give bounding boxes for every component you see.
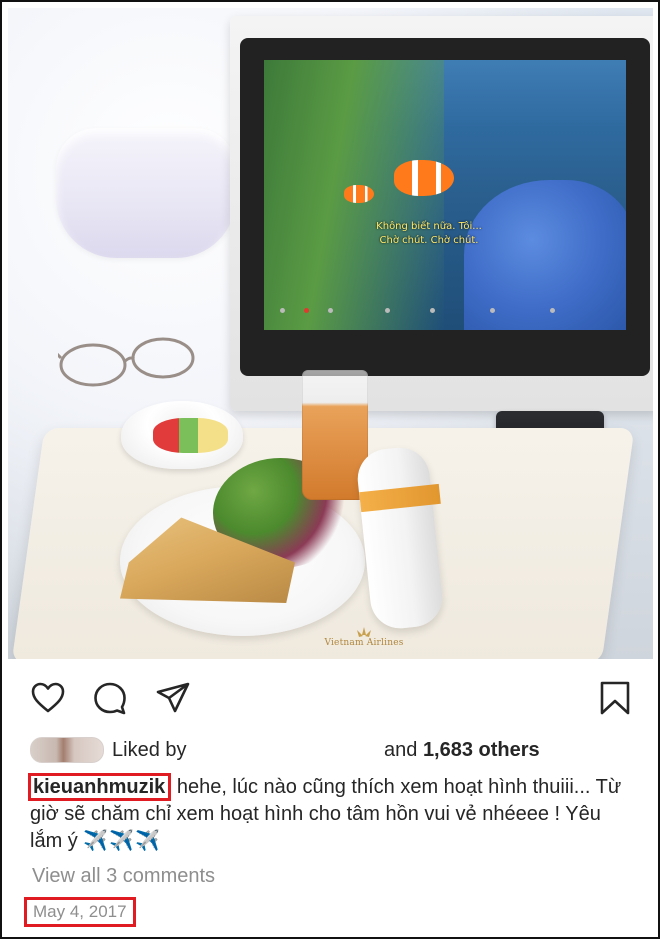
comment-icon bbox=[94, 682, 126, 715]
control-dot bbox=[280, 308, 285, 313]
likes-row: Liked by and 1,683 others bbox=[30, 735, 640, 765]
movie-subtitle: Không biết nữa. Tôi... Chờ chút. Chờ chú… bbox=[374, 220, 484, 248]
control-dot bbox=[430, 308, 435, 313]
post-caption: kieuanhmuzik hehe, lúc nào cũng thích xe… bbox=[28, 773, 630, 855]
like-button[interactable] bbox=[30, 680, 66, 716]
lotus-icon bbox=[357, 627, 371, 637]
clownfish-large bbox=[394, 160, 454, 196]
control-dot bbox=[328, 308, 333, 313]
clownfish-small bbox=[344, 185, 374, 203]
heart-icon bbox=[31, 682, 65, 713]
airline-name: Vietnam Airlines bbox=[324, 638, 404, 648]
share-icon bbox=[156, 682, 190, 713]
control-dot bbox=[550, 308, 555, 313]
likes-others-count: 1,683 others bbox=[422, 739, 540, 761]
view-all-comments-link[interactable]: View all 3 comments bbox=[32, 862, 215, 890]
bookmark-button[interactable] bbox=[597, 680, 633, 716]
author-username[interactable]: kieuanhmuzik bbox=[28, 773, 172, 801]
cabin-window bbox=[56, 128, 236, 258]
likes-count[interactable]: and 1,683 others bbox=[384, 735, 540, 765]
share-button[interactable] bbox=[155, 680, 191, 716]
power-dot bbox=[304, 308, 309, 313]
bookmark-icon bbox=[600, 681, 630, 715]
airline-logo: Vietnam Airlines bbox=[304, 626, 424, 659]
control-dot bbox=[490, 308, 495, 313]
airplane-emoji-icon: ✈️✈️✈️ bbox=[83, 830, 162, 852]
screen-controls bbox=[280, 308, 600, 318]
subtitle-line-2: Chờ chút. Chờ chút. bbox=[379, 235, 479, 246]
fruit bbox=[153, 418, 228, 453]
action-bar bbox=[2, 670, 658, 720]
movie-screen: Không biết nữa. Tôi... Chờ chút. Chờ chú… bbox=[264, 60, 626, 330]
liked-by-label: Liked by bbox=[112, 739, 187, 761]
control-dot bbox=[385, 308, 390, 313]
post-date: May 4, 2017 bbox=[24, 897, 136, 927]
liker-avatars-blurred[interactable] bbox=[30, 737, 104, 763]
seatback-monitor: Không biết nữa. Tôi... Chờ chút. Chờ chú… bbox=[230, 16, 653, 411]
eyeglasses-icon bbox=[58, 337, 195, 387]
comment-button[interactable] bbox=[92, 680, 128, 716]
instagram-post: Không biết nữa. Tôi... Chờ chút. Chờ chú… bbox=[0, 0, 660, 939]
likes-and: and bbox=[384, 739, 423, 761]
subtitle-line-1: Không biết nữa. Tôi... bbox=[376, 221, 482, 232]
post-photo[interactable]: Không biết nữa. Tôi... Chờ chút. Chờ chú… bbox=[8, 8, 653, 659]
